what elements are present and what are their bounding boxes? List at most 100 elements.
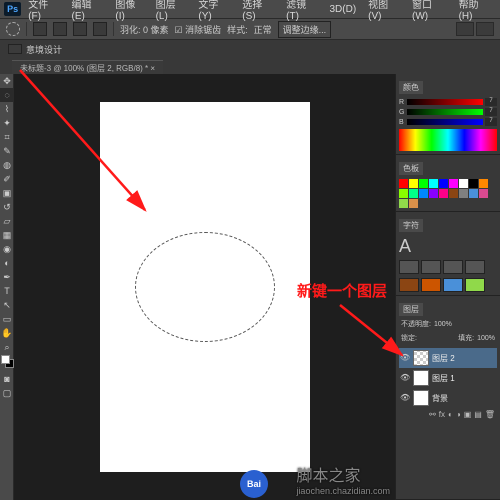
selection-mode-new[interactable] [33,22,47,36]
gradient-tool[interactable]: ▦ [0,228,14,242]
layer-row[interactable]: 👁图层 2 [399,348,497,368]
style-dropdown[interactable]: 正常 [254,23,272,36]
swatch[interactable] [469,189,478,198]
tool-preset-icon[interactable] [6,22,20,36]
swatch[interactable] [469,179,478,188]
document-canvas[interactable] [100,102,310,472]
style-preview[interactable] [399,278,419,292]
nav-next-icon[interactable] [476,22,494,36]
swatch[interactable] [399,189,408,198]
nav-prev-icon[interactable] [456,22,474,36]
visibility-icon[interactable]: 👁 [400,373,410,383]
lasso-tool[interactable]: ⌇ [0,102,14,116]
layer-row[interactable]: 👁图层 1 [399,368,497,388]
move-tool[interactable]: ✥ [0,74,14,88]
color-swatches[interactable] [0,354,14,372]
brush-tool[interactable]: ✐ [0,172,14,186]
new-layer-icon[interactable]: ▤ [474,410,482,419]
character-panel-tab[interactable]: 字符 [399,219,423,232]
marquee-tool[interactable]: ◌ [0,88,14,102]
swatch[interactable] [429,179,438,188]
menu-filter[interactable]: 滤镜(T) [281,0,322,22]
style-preview[interactable] [443,278,463,292]
color-panel-tab[interactable]: 颜色 [399,81,423,94]
swatch[interactable] [459,179,468,188]
refine-edge-button[interactable]: 调整边缘... [278,21,332,38]
hand-tool[interactable]: ✋ [0,326,14,340]
swatch[interactable] [409,179,418,188]
selection-mode-add[interactable] [53,22,67,36]
selection-mode-intersect[interactable] [93,22,107,36]
breadcrumb-label: 意境设计 [26,43,62,56]
screen-mode-tool[interactable]: ▢ [0,386,14,400]
selection-mode-subtract[interactable] [73,22,87,36]
b-slider[interactable] [407,119,483,125]
magic-wand-tool[interactable]: ✦ [0,116,14,130]
swatch[interactable] [479,189,488,198]
g-slider[interactable] [407,109,483,115]
healing-tool[interactable]: ◍ [0,158,14,172]
history-brush-tool[interactable]: ↺ [0,200,14,214]
shape-tool[interactable]: ▭ [0,312,14,326]
opacity-value[interactable]: 100% [434,321,452,328]
crop-tool[interactable]: ⌗ [0,130,14,144]
foreground-color-swatch[interactable] [1,355,10,364]
layer-row[interactable]: 👁背景 [399,388,497,408]
style-preview[interactable] [421,278,441,292]
swatch[interactable] [439,179,448,188]
menu-edit[interactable]: 编辑(E) [67,0,109,22]
antialias-checkbox[interactable]: ☑ 消除锯齿 [175,23,222,36]
swatch[interactable] [409,189,418,198]
stamp-tool[interactable]: ▣ [0,186,14,200]
link-layers-icon[interactable]: ⚯ [429,410,436,419]
menu-3d[interactable]: 3D(D) [324,4,361,15]
visibility-icon[interactable]: 👁 [400,353,410,363]
zoom-tool[interactable]: ⌕ [0,340,14,354]
eraser-tool[interactable]: ▱ [0,214,14,228]
color-spectrum[interactable] [399,129,497,151]
layers-panel-tab[interactable]: 图层 [399,303,423,316]
style-preview[interactable] [465,278,485,292]
r-slider[interactable] [407,99,483,105]
menu-window[interactable]: 窗口(W) [407,0,452,22]
menu-file[interactable]: 文件(F) [23,0,64,22]
g-value[interactable]: 7 [485,108,497,116]
menu-image[interactable]: 图像(I) [110,0,148,22]
path-tool[interactable]: ↖ [0,298,14,312]
pen-tool[interactable]: ✒ [0,270,14,284]
adjustment-layer-icon[interactable]: ◑ [456,410,461,419]
group-icon[interactable]: ▣ [464,410,472,419]
quick-mask-tool[interactable]: ◙ [0,372,14,386]
dodge-tool[interactable]: ◐ [0,256,14,270]
swatch[interactable] [459,189,468,198]
type-tool[interactable]: T [0,284,14,298]
menu-type[interactable]: 文字(Y) [193,0,235,22]
fill-value[interactable]: 100% [477,335,495,342]
menu-view[interactable]: 视图(V) [363,0,405,22]
r-value[interactable]: 7 [485,98,497,106]
opacity-label: 不透明度: [401,319,431,329]
swatch[interactable] [399,179,408,188]
swatch[interactable] [479,179,488,188]
swatch[interactable] [409,199,418,208]
swatch[interactable] [449,189,458,198]
swatch[interactable] [419,189,428,198]
b-value[interactable]: 7 [485,118,497,126]
swatches-panel-tab[interactable]: 色板 [399,162,423,175]
swatch[interactable] [439,189,448,198]
canvas-area[interactable] [14,74,395,500]
menu-help[interactable]: 帮助(H) [454,0,496,22]
layer-mask-icon[interactable]: ◐ [448,410,453,419]
preview-box [399,260,419,274]
visibility-icon[interactable]: 👁 [400,393,410,403]
eyedropper-tool[interactable]: ✎ [0,144,14,158]
swatch[interactable] [449,179,458,188]
delete-layer-icon[interactable]: 🗑 [485,410,495,419]
swatch[interactable] [419,179,428,188]
menu-layer[interactable]: 图层(L) [151,0,192,22]
swatch[interactable] [399,199,408,208]
menu-select[interactable]: 选择(S) [237,0,279,22]
swatch[interactable] [429,189,438,198]
blur-tool[interactable]: ◉ [0,242,14,256]
layer-style-icon[interactable]: fx [439,410,445,419]
